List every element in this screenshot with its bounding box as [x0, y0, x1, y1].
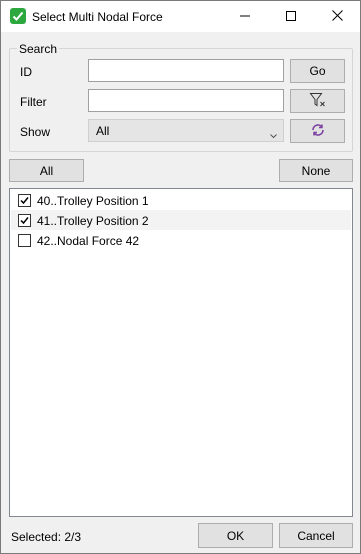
close-button[interactable]: [314, 1, 360, 32]
ok-button[interactable]: OK: [198, 523, 273, 548]
minimize-button[interactable]: [222, 1, 268, 32]
refresh-icon: [310, 122, 326, 141]
id-input[interactable]: [88, 59, 284, 82]
item-list[interactable]: 40..Trolley Position 1 41..Trolley Posit…: [9, 188, 353, 517]
checkbox-unchecked[interactable]: [18, 234, 31, 247]
refresh-button[interactable]: [290, 119, 345, 143]
dialog-window: Select Multi Nodal Force Search ID Go Fi…: [0, 0, 361, 554]
list-item-label: 42..Nodal Force 42: [37, 234, 140, 248]
cancel-button-label: Cancel: [297, 528, 335, 543]
checkbox-checked[interactable]: [18, 214, 31, 227]
select-all-button[interactable]: All: [9, 159, 84, 182]
list-item[interactable]: 42..Nodal Force 42: [11, 230, 351, 250]
maximize-button[interactable]: [268, 1, 314, 32]
go-button[interactable]: Go: [290, 59, 345, 83]
list-item[interactable]: 41..Trolley Position 2: [11, 210, 351, 230]
filter-input[interactable]: [88, 89, 284, 112]
select-none-button[interactable]: None: [279, 159, 353, 182]
list-item-label: 41..Trolley Position 2: [37, 214, 149, 228]
chevron-down-icon: [270, 128, 277, 142]
show-dropdown[interactable]: All: [88, 119, 284, 142]
list-item-label: 40..Trolley Position 1: [37, 194, 149, 208]
checkmark-app-icon: [10, 8, 26, 24]
cancel-button[interactable]: Cancel: [279, 523, 353, 548]
list-item[interactable]: 40..Trolley Position 1: [11, 190, 351, 210]
filter-clear-icon: [309, 92, 327, 111]
filter-label: Filter: [20, 95, 47, 109]
select-none-label: None: [301, 163, 331, 178]
clear-filter-button[interactable]: [290, 89, 345, 113]
select-all-label: All: [39, 163, 54, 178]
checkbox-checked[interactable]: [18, 194, 31, 207]
id-label: ID: [20, 65, 32, 79]
search-group-legend: Search: [17, 42, 60, 56]
minimize-icon: [240, 10, 250, 24]
selection-status: Selected: 2/3: [11, 530, 82, 544]
close-icon: [331, 9, 343, 24]
show-dropdown-value: All: [96, 124, 110, 138]
show-label: Show: [20, 125, 51, 139]
maximize-icon: [286, 10, 296, 24]
ok-button-label: OK: [226, 528, 245, 543]
go-button-label: Go: [309, 64, 326, 78]
title-bar[interactable]: Select Multi Nodal Force: [1, 1, 360, 32]
window-title: Select Multi Nodal Force: [32, 10, 163, 24]
